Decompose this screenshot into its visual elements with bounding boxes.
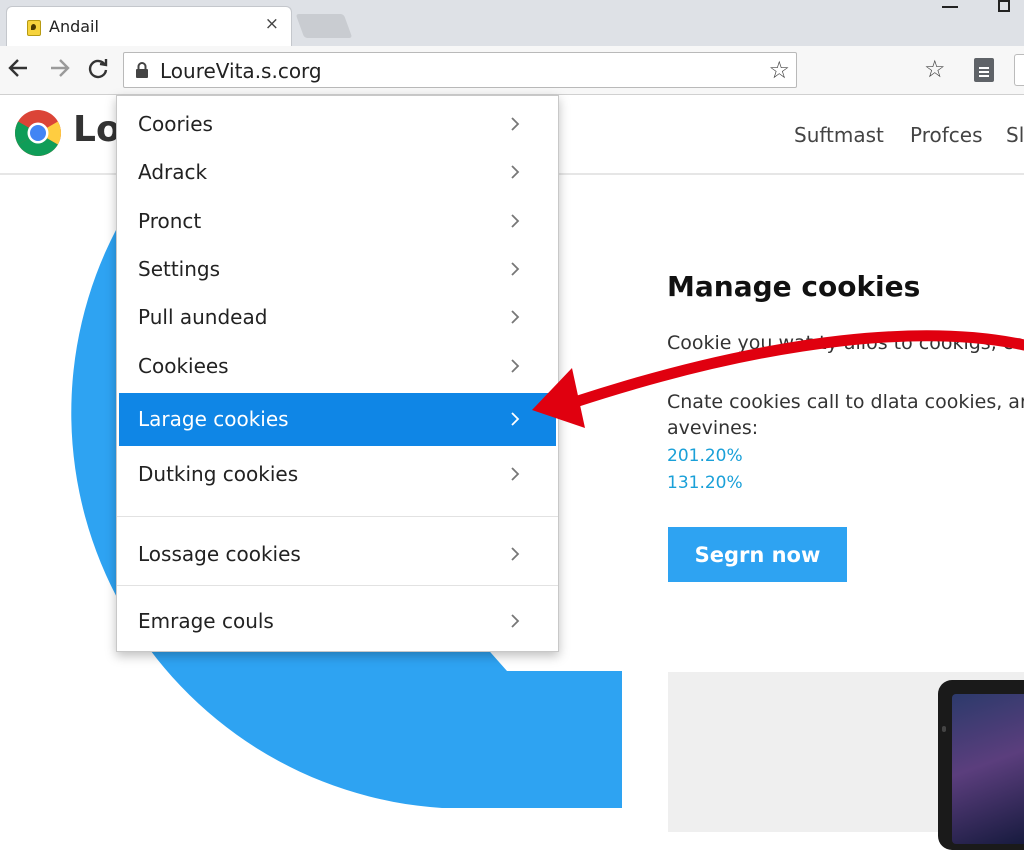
reload-icon[interactable]: [84, 54, 112, 84]
menu-item-label: Pronct: [138, 209, 202, 233]
cookie-description-line1: Cookie you wat ty allos to cookigs, cool: [667, 332, 1024, 354]
lock-icon: [136, 62, 148, 78]
menu-item-label: Emrage couls: [138, 609, 274, 633]
menu-item-label: Adrack: [138, 160, 208, 184]
tab-favicon-icon: [27, 20, 41, 36]
menu-item-cookiees[interactable]: Cookiees: [117, 342, 558, 390]
new-tab-button[interactable]: [295, 14, 353, 38]
menu-item-larage-cookies[interactable]: Larage cookies: [119, 393, 556, 446]
forward-icon[interactable]: [46, 54, 74, 84]
menu-item-label: Lossage cookies: [138, 542, 301, 566]
tablet-screen: [952, 694, 1024, 844]
bookmarks-star-icon[interactable]: ☆: [924, 56, 946, 82]
chrome-logo-icon: [15, 110, 61, 156]
tablet-camera: [942, 726, 946, 732]
nav-link-sl[interactable]: Sl: [1006, 123, 1024, 147]
page-title: Manage cookies: [667, 270, 921, 303]
cookie-description-line2: Cnate cookies call to dlata cookies, and: [667, 391, 1024, 413]
chevron-right-icon: [511, 412, 520, 426]
document-icon[interactable]: [974, 58, 994, 82]
chevron-right-icon: [511, 165, 520, 179]
chevron-right-icon: [511, 262, 520, 276]
url-text: LoureVita.s.corg: [160, 59, 322, 83]
minimize-window-icon[interactable]: [942, 6, 958, 8]
chevron-right-icon: [511, 614, 520, 628]
stat-value-2: 131.20%: [667, 473, 743, 493]
menu-item-pull-aundead[interactable]: Pull aundead: [117, 293, 558, 341]
tab-close-icon[interactable]: ×: [265, 14, 279, 34]
tab-strip: Andail ×: [0, 0, 1024, 46]
tablet-image: [938, 680, 1024, 850]
menu-item-pronct[interactable]: Pronct: [117, 197, 558, 245]
menu-separator: [117, 585, 558, 586]
menu-item-emrage-couls[interactable]: Emrage couls: [117, 597, 558, 645]
menu-item-label: Dutking cookies: [138, 462, 299, 486]
menu-item-label: Coories: [138, 112, 213, 136]
menu-item-adrack[interactable]: Adrack: [117, 148, 558, 196]
menu-item-coories[interactable]: Coories: [117, 100, 558, 148]
bookmark-star-icon[interactable]: ☆: [768, 57, 790, 83]
chevron-right-icon: [511, 467, 520, 481]
menu-item-lossage-cookies[interactable]: Lossage cookies: [117, 530, 558, 578]
chevron-right-icon: [511, 214, 520, 228]
menu-item-label: Cookiees: [138, 354, 229, 378]
cookie-context-menu: Coories Adrack Pronct Settings Pull aund…: [116, 95, 559, 652]
menu-item-label: Larage cookies: [138, 407, 289, 431]
nav-link-profces[interactable]: Profces: [910, 123, 983, 147]
menu-item-dutking-cookies[interactable]: Dutking cookies: [117, 450, 558, 498]
chevron-right-icon: [511, 359, 520, 373]
browser-tab[interactable]: Andail ×: [6, 6, 292, 46]
tab-title: Andail: [49, 17, 99, 36]
browser-toolbar: LoureVita.s.corg ☆ ☆: [0, 46, 1024, 95]
chevron-right-icon: [511, 547, 520, 561]
nav-link-suftmast[interactable]: Suftmast: [794, 123, 884, 147]
back-icon[interactable]: [4, 54, 32, 84]
menu-item-label: Pull aundead: [138, 305, 268, 329]
maximize-window-icon[interactable]: [998, 0, 1010, 12]
menu-item-settings[interactable]: Settings: [117, 245, 558, 293]
stat-value-1: 201.20%: [667, 446, 743, 466]
chevron-right-icon: [511, 310, 520, 324]
chevron-right-icon: [511, 117, 520, 131]
cookie-description-line3: avevines:: [667, 417, 759, 439]
address-bar[interactable]: LoureVita.s.corg ☆: [123, 52, 797, 88]
extension-button[interactable]: [1014, 54, 1024, 86]
sign-up-button[interactable]: Segrn now: [668, 527, 847, 582]
menu-item-label: Settings: [138, 257, 221, 281]
menu-separator: [117, 516, 558, 517]
